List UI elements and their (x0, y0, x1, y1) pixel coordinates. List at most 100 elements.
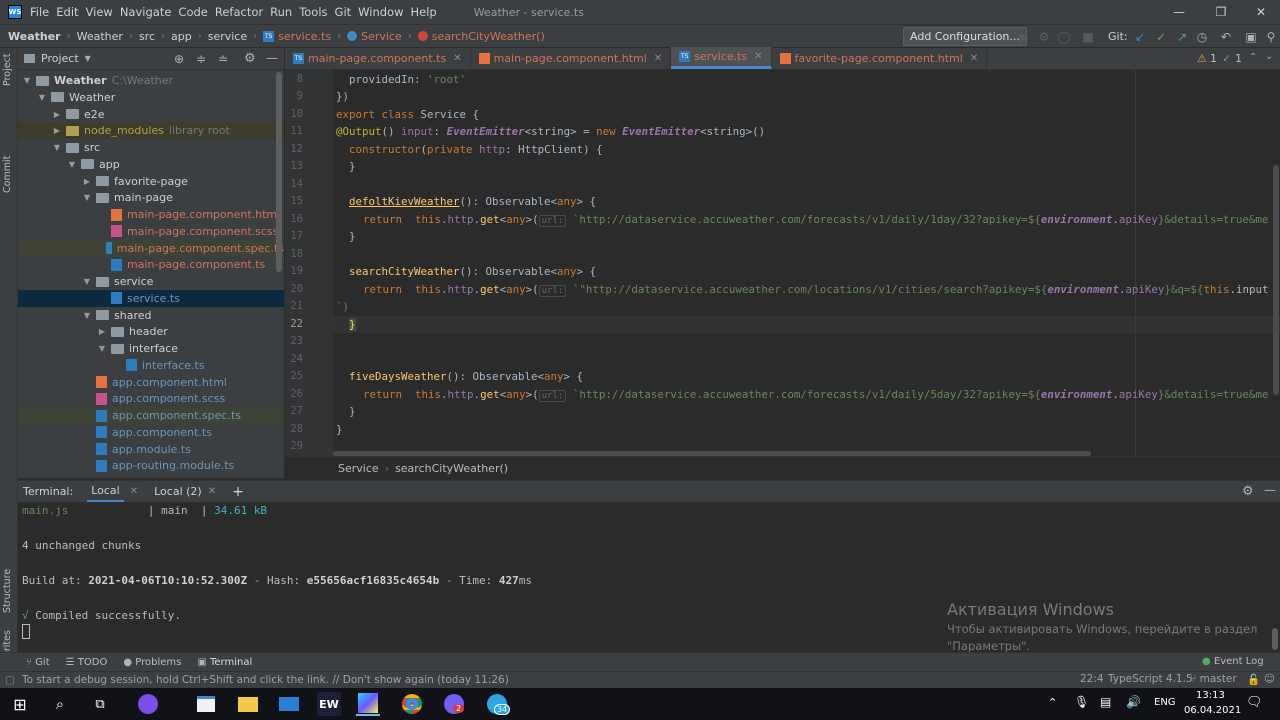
structure-tool-tab[interactable]: Structure (2, 569, 13, 613)
terminal-tab-local-2[interactable]: Local (2) (154, 485, 202, 498)
history-icon[interactable]: ◷ (1194, 29, 1210, 45)
terminal-settings-icon[interactable]: ⚙ (1242, 484, 1254, 499)
breadcrumb-method[interactable]: searchCityWeather() (432, 30, 545, 43)
run-icon[interactable]: ▶ (1016, 29, 1032, 45)
mail-app-icon[interactable] (277, 692, 301, 716)
chrome-app-icon[interactable] (400, 692, 424, 716)
breadcrumb-app[interactable]: app (171, 30, 192, 43)
new-terminal-icon[interactable]: + (232, 484, 244, 500)
tree-item[interactable]: ▼ interface (18, 340, 284, 357)
project-tool-tab[interactable]: Project (2, 53, 13, 86)
breadcrumb-file[interactable]: service.ts (278, 30, 331, 43)
editor-crumb-method[interactable]: searchCityWeather() (395, 462, 508, 475)
previous-highlight-icon[interactable]: ⌃ (1249, 52, 1257, 63)
expanded-arrow-icon[interactable]: ▼ (97, 344, 107, 353)
tree-item[interactable]: app-routing.module.ts (18, 457, 284, 474)
menu-window[interactable]: Window (358, 5, 410, 19)
next-highlight-icon[interactable]: ⌄ (1265, 51, 1273, 62)
weak-warning-icon[interactable]: ✓ (1222, 52, 1231, 65)
layout-icon[interactable]: ▣ (1243, 29, 1259, 45)
volume-icon[interactable]: 🔊 (1126, 695, 1141, 709)
expanded-arrow-icon[interactable]: ▼ (82, 277, 92, 286)
tree-item[interactable]: ▼ shared (18, 307, 284, 324)
search-icon[interactable]: ⌕ (48, 692, 72, 716)
close-tab-icon[interactable]: ✕ (654, 53, 662, 64)
menu-git[interactable]: Git (335, 5, 359, 19)
language-indicator[interactable]: ENG (1154, 697, 1176, 708)
tree-item[interactable]: ▶ node_modules library root (18, 122, 284, 140)
close-tab-icon[interactable]: ✕ (453, 53, 461, 64)
collapsed-arrow-icon[interactable]: ▶ (97, 327, 107, 336)
breadcrumb-service[interactable]: service (208, 30, 247, 43)
status-toggle-icon[interactable]: ▢ (5, 674, 15, 686)
tree-item[interactable]: ▼ Weather (18, 89, 284, 106)
tree-item[interactable]: interface.ts (18, 357, 284, 374)
explorer-app-icon[interactable] (236, 692, 260, 716)
menu-navigate[interactable]: Navigate (120, 5, 179, 19)
tree-item[interactable]: app.module.ts (18, 441, 284, 458)
breadcrumb-src[interactable]: src (139, 30, 155, 43)
debug-icon[interactable]: ⚙ (1036, 29, 1052, 45)
tree-scrollbar[interactable] (276, 72, 282, 272)
tab-main-page-component-html[interactable]: main-page.component.html ✕ (471, 47, 672, 69)
problems-tool-button[interactable]: ● Problems (123, 657, 181, 668)
breadcrumb-class[interactable]: Service (361, 30, 402, 43)
stop-icon[interactable]: ■ (1080, 29, 1096, 45)
tree-item[interactable]: ▼ src (18, 139, 284, 156)
todo-tool-button[interactable]: ☰ TODO (66, 657, 108, 668)
action-center-icon[interactable]: 🗨 (1246, 695, 1263, 710)
rollback-icon[interactable]: ↶ (1218, 29, 1234, 45)
minimize-icon[interactable]: — (1156, 0, 1202, 24)
terminal-tool-button[interactable]: ▣ Terminal (197, 657, 252, 668)
close-tab-icon[interactable]: ✕ (208, 486, 216, 497)
coverage-icon[interactable]: ◯ (1056, 29, 1072, 45)
tree-item[interactable]: ▼ service (18, 273, 284, 290)
expanded-arrow-icon[interactable]: ▼ (37, 93, 47, 102)
collapsed-arrow-icon[interactable]: ▶ (52, 126, 62, 135)
git-branch-status[interactable]: ⑂ master (1190, 673, 1237, 685)
expanded-arrow-icon[interactable]: ▼ (22, 76, 32, 85)
warning-icon[interactable]: ⚠ (1197, 52, 1207, 65)
tray-chevron-icon[interactable]: ⌃ (1048, 696, 1057, 709)
menu-edit[interactable]: Edit (56, 5, 85, 19)
close-tab-icon[interactable]: ✕ (130, 486, 138, 497)
menu-view[interactable]: View (86, 5, 120, 19)
expanded-arrow-icon[interactable]: ▼ (82, 311, 92, 320)
notification-icon[interactable]: ☺ (1264, 673, 1275, 685)
tree-item[interactable]: ▶ e2e (18, 106, 284, 123)
weak-warning-count[interactable]: 1 (1235, 52, 1242, 65)
tree-item[interactable]: ▼ Weather C:\Weather (18, 72, 284, 89)
settings-gear-icon[interactable]: ⚙ (244, 51, 256, 66)
network-icon[interactable]: ▤ (1100, 695, 1111, 709)
editor-crumb-class[interactable]: Service (338, 462, 379, 475)
tree-item[interactable]: ▼ app (18, 156, 284, 173)
dropdown-arrow-icon[interactable]: ▼ (85, 54, 91, 63)
warning-count[interactable]: 1 (1210, 52, 1217, 65)
breadcrumb-project[interactable]: Weather (8, 30, 61, 43)
vertical-scrollbar[interactable] (1273, 165, 1279, 395)
collapsed-arrow-icon[interactable]: ▶ (52, 110, 62, 119)
menu-refactor[interactable]: Refactor (215, 5, 270, 19)
collapse-all-icon[interactable]: ≐ (218, 52, 228, 66)
expand-all-icon[interactable]: ≑ (196, 52, 206, 66)
add-configuration-button[interactable]: Add Configuration... (903, 27, 1027, 46)
tree-item[interactable]: main-page.component.scss (18, 223, 284, 240)
menu-file[interactable]: File (30, 5, 56, 19)
menu-run[interactable]: Run (270, 5, 299, 19)
terminal-tab-local[interactable]: Local (87, 481, 124, 503)
menu-code[interactable]: Code (178, 5, 214, 19)
expanded-arrow-icon[interactable]: ▼ (67, 160, 77, 169)
git-commit-icon[interactable]: ✓ (1153, 29, 1169, 45)
windows-start-icon[interactable]: ⊞ (8, 692, 32, 716)
close-tab-icon[interactable]: ✕ (970, 53, 978, 64)
ew-app-icon[interactable]: EW (317, 692, 341, 716)
tree-item[interactable]: app.component.html (18, 374, 284, 391)
search-everywhere-icon[interactable]: ⚲ (1263, 29, 1279, 45)
git-update-icon[interactable]: ↙ (1132, 29, 1148, 45)
hide-panel-icon[interactable]: — (266, 51, 278, 65)
microphone-icon[interactable]: 🎙 (1074, 695, 1089, 709)
alice-app-icon[interactable] (136, 692, 160, 716)
tree-item[interactable]: app.component.scss (18, 390, 284, 407)
terminal-scrollbar[interactable] (1272, 628, 1278, 650)
tree-item[interactable]: service.ts (18, 289, 284, 307)
